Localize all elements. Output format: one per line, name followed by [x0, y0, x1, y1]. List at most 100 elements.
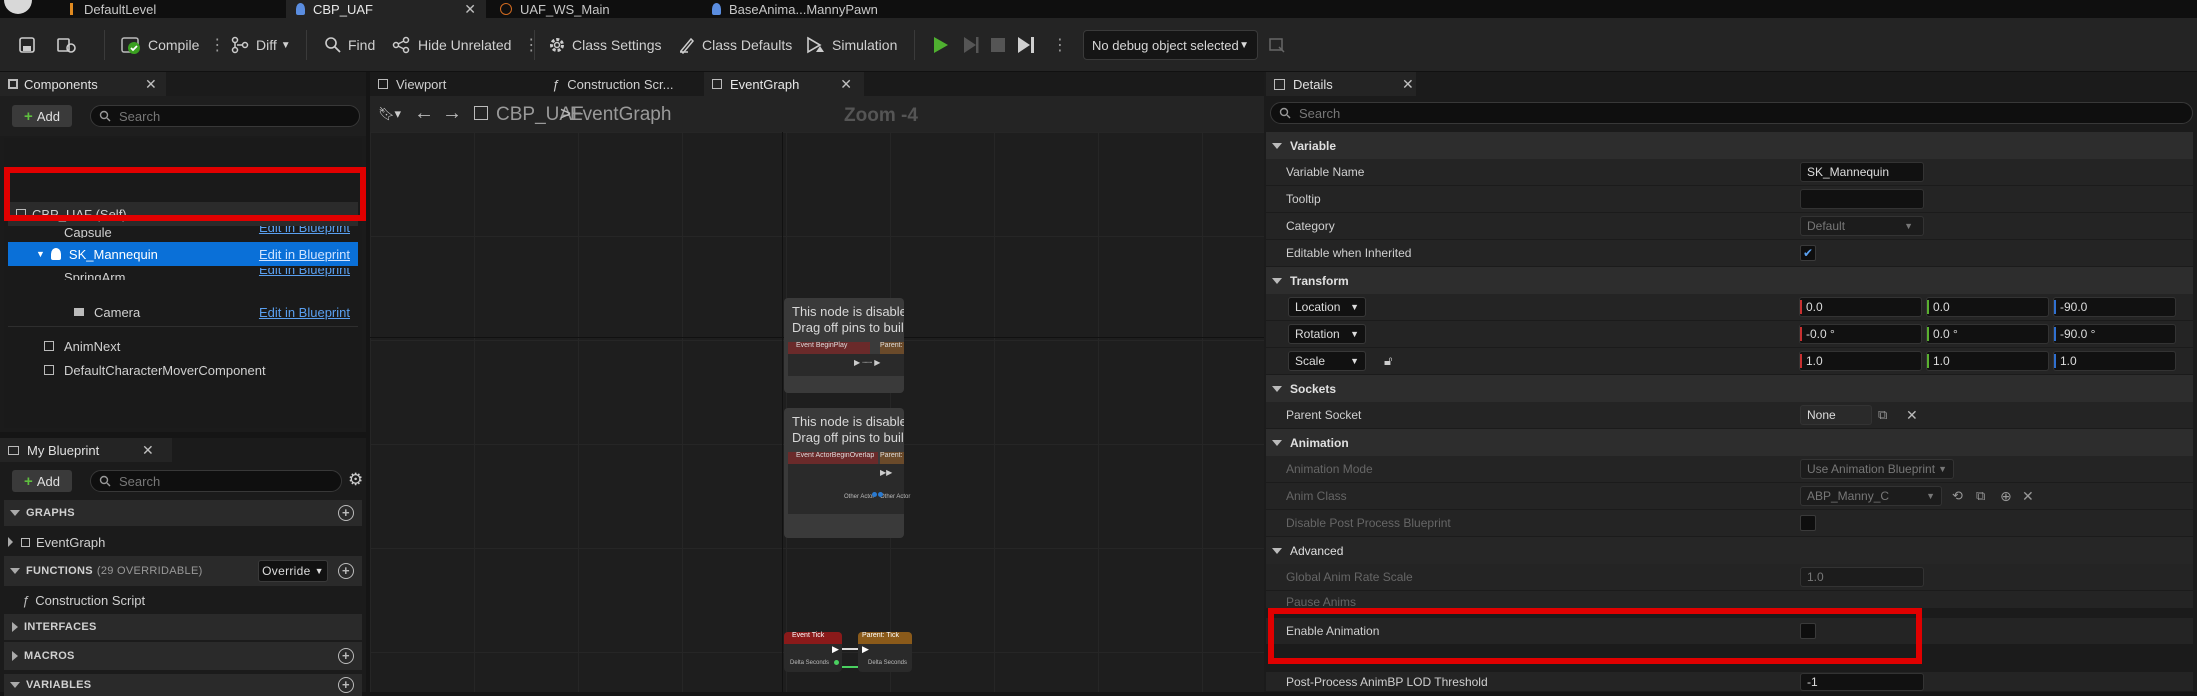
- rotation-y-input[interactable]: 0.0 °: [1926, 324, 2049, 344]
- simulation-button[interactable]: Simulation: [806, 18, 897, 72]
- tab-viewport[interactable]: Viewport: [370, 72, 540, 96]
- class-defaults-button[interactable]: Class Defaults: [678, 18, 792, 72]
- close-panel-icon[interactable]: ✕: [1402, 76, 1414, 93]
- tree-row-camera[interactable]: Camera Edit in Blueprint: [8, 300, 358, 324]
- node-event-tick[interactable]: Event Tick ▶ Delta Seconds: [784, 632, 842, 672]
- graph-canvas[interactable]: This node is disabled and w Drag off pin…: [370, 132, 1264, 692]
- unlock-icon[interactable]: 🔓︎: [1384, 353, 1392, 369]
- post-process-lod-input[interactable]: -1: [1800, 672, 1924, 691]
- close-tab-icon[interactable]: ✕: [840, 76, 852, 93]
- clear-icon[interactable]: ✕: [1906, 407, 1918, 424]
- category-combo[interactable]: Default ▼: [1800, 216, 1924, 236]
- rotation-mode-combo[interactable]: Rotation ▼: [1288, 324, 1366, 344]
- section-macros[interactable]: MACROS +: [4, 642, 362, 670]
- details-section-transform[interactable]: Transform: [1266, 267, 2193, 294]
- scale-y-input[interactable]: 1.0: [1926, 351, 2049, 371]
- node-parent-tick[interactable]: Parent: Tick ▶ Delta Seconds: [858, 632, 912, 672]
- animation-mode-combo[interactable]: Use Animation Blueprint ▼: [1800, 459, 1954, 479]
- resume-button[interactable]: [960, 18, 986, 72]
- close-panel-icon[interactable]: ✕: [142, 442, 154, 459]
- location-mode-combo[interactable]: Location ▼: [1288, 297, 1366, 317]
- browse-asset-icon[interactable]: ⧉: [1976, 488, 1985, 504]
- clear-icon[interactable]: ✕: [2022, 488, 2034, 505]
- edit-in-blueprint-link[interactable]: Edit in Blueprint: [259, 247, 350, 262]
- add-graph-icon[interactable]: +: [338, 505, 354, 521]
- parent-socket-field[interactable]: None: [1800, 405, 1872, 425]
- tree-row-sk-mannequin[interactable]: ▼ SK_Mannequin Edit in Blueprint: [8, 242, 358, 266]
- tooltip-input[interactable]: [1800, 189, 1924, 209]
- override-dropdown[interactable]: Override ▼: [258, 560, 328, 582]
- details-section-advanced[interactable]: Advanced: [1266, 537, 2193, 564]
- browse-button[interactable]: [56, 18, 84, 72]
- breadcrumb-leaf[interactable]: EventGraph: [570, 104, 671, 126]
- scale-x-input[interactable]: 1.0: [1799, 351, 1922, 371]
- tree-row-spring-arm[interactable]: SpringArm Edit in Blueprint: [8, 268, 358, 280]
- tab-my-blueprint[interactable]: My Blueprint ✕: [0, 438, 172, 462]
- disabled-node-comment[interactable]: This node is disabled and w Drag off pin…: [784, 408, 910, 538]
- graph-item-event-graph[interactable]: EventGraph: [8, 530, 105, 554]
- back-arrow-icon[interactable]: ←: [414, 102, 434, 125]
- tab-details[interactable]: Details ✕: [1266, 72, 1416, 96]
- scale-mode-combo[interactable]: Scale ▼: [1288, 351, 1366, 371]
- tab-components[interactable]: Components ✕: [0, 72, 166, 96]
- section-graphs[interactable]: GRAPHS +: [4, 500, 362, 526]
- location-y-input[interactable]: 0.0: [1926, 297, 2049, 317]
- stop-button[interactable]: [990, 18, 1012, 72]
- class-settings-button[interactable]: Class Settings: [548, 18, 661, 72]
- play-button[interactable]: [930, 18, 956, 72]
- add-macro-icon[interactable]: +: [338, 648, 354, 664]
- details-search-input[interactable]: Search: [1270, 102, 2193, 124]
- edit-in-blueprint-link[interactable]: Edit in Blueprint: [259, 226, 350, 235]
- hide-unrelated-options-icon[interactable]: ⋮: [523, 35, 539, 55]
- close-tab-icon[interactable]: ✕: [464, 1, 476, 18]
- location-x-input[interactable]: 0.0: [1799, 297, 1922, 317]
- add-function-icon[interactable]: +: [338, 563, 354, 579]
- disabled-node-comment[interactable]: This node is disabled and w Drag off pin…: [784, 298, 904, 393]
- debug-object-select[interactable]: No debug object selected ▼: [1083, 30, 1258, 60]
- add-member-button[interactable]: + Add: [12, 470, 72, 492]
- location-z-input[interactable]: -90.0: [2053, 297, 2176, 317]
- close-panel-icon[interactable]: ✕: [145, 76, 157, 93]
- compile-button[interactable]: Compile ⋮: [120, 18, 225, 72]
- tab-event-graph[interactable]: EventGraph ✕: [704, 72, 864, 96]
- unreal-logo-icon[interactable]: [4, 0, 32, 14]
- details-section-variable[interactable]: Variable: [1266, 132, 2193, 159]
- tree-row-mover-component[interactable]: DefaultCharacterMoverComponent: [8, 358, 358, 382]
- save-button[interactable]: [18, 18, 42, 72]
- browse-socket-icon[interactable]: ⧉: [1878, 407, 1887, 423]
- section-interfaces[interactable]: INTERFACES: [4, 614, 362, 640]
- section-variables[interactable]: VARIABLES +: [4, 674, 362, 696]
- my-blueprint-search-input[interactable]: Search: [90, 470, 342, 492]
- diff-button[interactable]: Diff ▼: [230, 18, 291, 72]
- details-section-sockets[interactable]: Sockets: [1266, 375, 2193, 402]
- tab-default-level[interactable]: DefaultLevel: [66, 0, 276, 18]
- tab-cbp-uaf[interactable]: CBP_UAF ✕: [286, 0, 486, 18]
- hide-unrelated-button[interactable]: Hide Unrelated ⋮: [392, 18, 539, 72]
- add-asset-icon[interactable]: ⊕: [2000, 488, 2012, 505]
- tree-row-capsule[interactable]: Capsule Edit in Blueprint: [8, 226, 358, 238]
- anim-class-combo[interactable]: ABP_Manny_C ▼: [1800, 486, 1942, 506]
- forward-arrow-icon[interactable]: →: [442, 102, 462, 125]
- use-selected-icon[interactable]: ⟲: [1952, 488, 1963, 504]
- step-button[interactable]: [1016, 18, 1044, 72]
- compile-options-icon[interactable]: ⋮: [209, 35, 225, 55]
- bookmark-icon[interactable]: 🔖︎▾: [378, 106, 401, 122]
- function-item-construction-script[interactable]: ƒ Construction Script: [22, 588, 145, 612]
- global-anim-rate-input[interactable]: 1.0: [1800, 567, 1924, 587]
- editable-when-inherited-checkbox[interactable]: ✔: [1800, 245, 1816, 261]
- tab-base-animation-manny-pawn[interactable]: BaseAnima...MannyPawn: [712, 0, 942, 18]
- details-section-animation[interactable]: Animation: [1266, 429, 2193, 456]
- add-component-button[interactable]: + Add: [12, 105, 72, 127]
- tab-construction-script[interactable]: ƒ Construction Scr...: [540, 72, 700, 96]
- variable-name-input[interactable]: SK_Mannequin: [1800, 162, 1924, 182]
- components-search-input[interactable]: Search: [90, 105, 360, 127]
- find-button[interactable]: Find: [324, 18, 375, 72]
- play-options-icon[interactable]: ⋮: [1052, 18, 1068, 72]
- tab-uaf-ws-main[interactable]: UAF_WS_Main: [500, 0, 700, 18]
- scale-z-input[interactable]: 1.0: [2053, 351, 2176, 371]
- edit-in-blueprint-link[interactable]: Edit in Blueprint: [259, 305, 350, 320]
- debug-filter-button[interactable]: [1268, 18, 1292, 72]
- add-variable-icon[interactable]: +: [338, 677, 354, 693]
- section-functions[interactable]: FUNCTIONS (29 OVERRIDABLE) Override ▼ +: [4, 556, 362, 586]
- settings-gear-icon[interactable]: ⚙: [348, 470, 363, 490]
